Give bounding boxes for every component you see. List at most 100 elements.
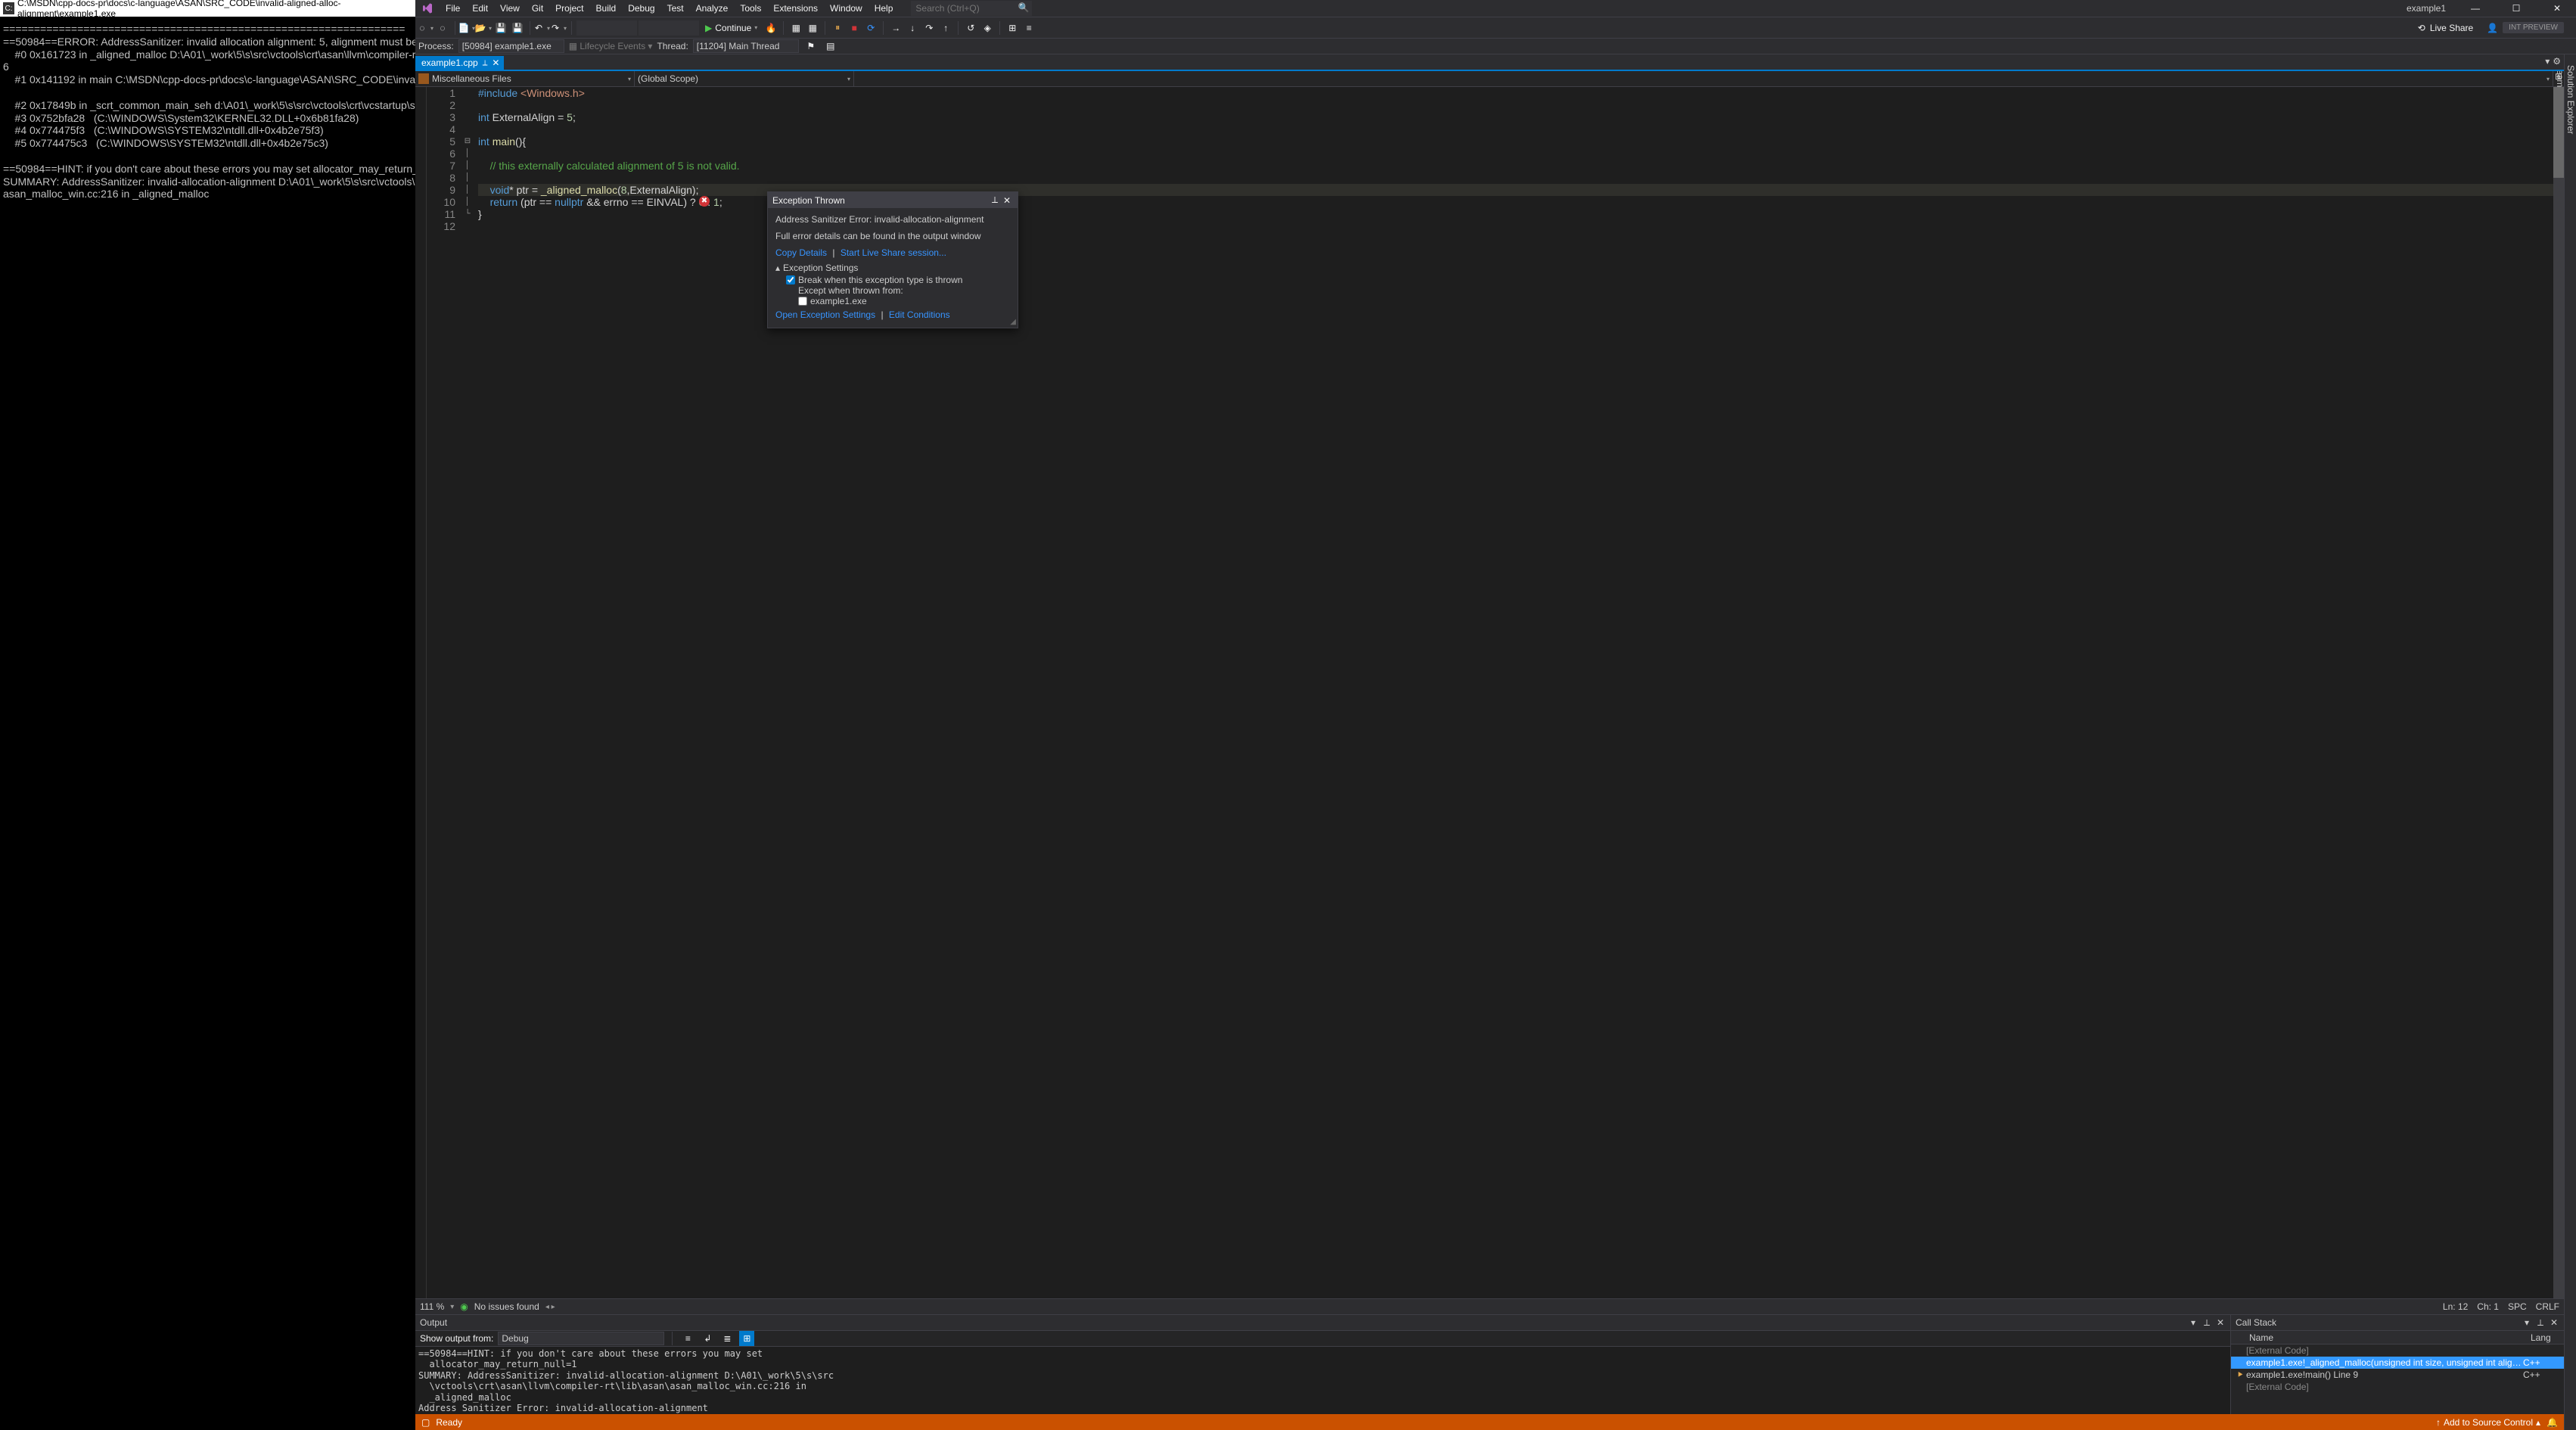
step-layout-icon[interactable]: ▦ [788, 20, 803, 36]
tab-close-icon[interactable]: ✕ [492, 58, 499, 68]
process-combo[interactable]: [50984] example1.exe [458, 39, 564, 53]
callstack-dropdown-icon[interactable]: ▾ [2522, 1317, 2532, 1328]
step-out-button[interactable]: ↑ [938, 20, 953, 36]
save-all-button[interactable]: 💾 [510, 20, 525, 36]
hot-reload-icon[interactable]: 🔥 [763, 20, 778, 36]
flag-icon[interactable]: ⚑ [803, 39, 819, 54]
line-indicator[interactable]: Ln: 12 [2443, 1301, 2468, 1312]
callstack-body[interactable]: [External Code] example1.exe!_aligned_ma… [2231, 1345, 2564, 1414]
menu-build[interactable]: Build [590, 2, 623, 15]
output-clear-icon[interactable]: ≡ [680, 1331, 695, 1346]
feedback-icon[interactable]: 👤 [2487, 23, 2498, 33]
break-all-button[interactable]: ⏸ [830, 20, 845, 36]
restart-button[interactable]: ⟳ [863, 20, 878, 36]
console-titlebar[interactable]: C: C:\MSDN\cpp-docs-pr\docs\c-language\A… [0, 0, 415, 17]
exception-titlebar[interactable]: Exception Thrown ⟂ ✕ [768, 192, 1018, 208]
save-button[interactable]: 💾 [493, 20, 508, 36]
continue-button[interactable]: ▶ Continue ▾ [701, 23, 762, 33]
tab-example1-cpp[interactable]: example1.cpp ⟂ ✕ [415, 56, 504, 70]
lifecycle-events[interactable]: ▦ Lifecycle Events ▾ [569, 41, 653, 51]
callstack-col-name[interactable]: Name [2231, 1331, 2526, 1344]
exception-pin-icon[interactable]: ⟂ [989, 194, 1001, 206]
menu-edit[interactable]: Edit [466, 2, 494, 15]
output-pin-icon[interactable]: ⟂ [2202, 1317, 2212, 1329]
step-into-button[interactable]: ↓ [905, 20, 920, 36]
nav-scope-combo[interactable]: (Global Scope) [635, 71, 854, 86]
issues-label[interactable]: No issues found [474, 1301, 539, 1312]
indent-mode[interactable]: SPC [2508, 1301, 2527, 1312]
callstack-row[interactable]: ⯈ example1.exe!main() Line 9 C++ [2231, 1369, 2564, 1381]
menu-tools[interactable]: Tools [734, 2, 767, 15]
redo-button[interactable]: ↷ [552, 20, 567, 36]
show-next-stmt-button[interactable]: → [888, 20, 903, 36]
exception-close-icon[interactable]: ✕ [1001, 195, 1013, 206]
edit-conditions-link[interactable]: Edit Conditions [889, 309, 950, 320]
status-box-icon[interactable]: ▢ [421, 1417, 430, 1428]
callstack-row[interactable]: [External Code] [2231, 1345, 2564, 1357]
output-close-icon[interactable]: ✕ [2215, 1317, 2226, 1328]
step-layout2-icon[interactable]: ▦ [805, 20, 820, 36]
menu-project[interactable]: Project [549, 2, 589, 15]
solution-explorer-tab[interactable]: Solution Explorer [2565, 61, 2576, 1430]
output-dropdown-icon[interactable]: ▾ [2188, 1317, 2198, 1328]
menu-file[interactable]: File [440, 2, 466, 15]
undo-button[interactable]: ↶ [535, 20, 550, 36]
output-settings-icon[interactable]: ⊞ [739, 1331, 754, 1346]
nav-back-button[interactable]: ◌ [418, 20, 433, 36]
search-input[interactable] [915, 3, 1027, 14]
scrollbar-thumb[interactable] [2553, 87, 2564, 178]
callstack-row[interactable]: [External Code] [2231, 1381, 2564, 1393]
open-button[interactable]: 📂 [477, 20, 492, 36]
break-when-thrown-checkbox[interactable]: Break when this exception type is thrown [786, 275, 1010, 285]
nav-member-combo[interactable] [854, 71, 2553, 86]
code-editor[interactable]: 1234 5678 9➤ 101112 ⊟│││ ││└ #include <W… [415, 87, 2564, 1298]
step-over-button[interactable]: ↷ [921, 20, 937, 36]
glyph-margin[interactable] [415, 87, 427, 1298]
zoom-level[interactable]: 111 % [420, 1301, 444, 1312]
nav-fwd-button[interactable]: ◌ [435, 20, 450, 36]
thread-combo[interactable]: [11204] Main Thread [693, 39, 799, 53]
pin-icon[interactable]: ⟂ [483, 59, 488, 67]
nav-project-combo[interactable]: Miscellaneous Files [415, 71, 635, 86]
output-source-combo[interactable]: Debug [498, 1332, 664, 1345]
search-box[interactable]: 🔍 [911, 1, 1032, 16]
menu-help[interactable]: Help [869, 2, 900, 15]
exception-settings-expander[interactable]: ▴ Exception Settings [775, 263, 1010, 273]
platform-combo[interactable] [639, 20, 699, 36]
snapshot-button[interactable]: ◈ [980, 20, 995, 36]
add-source-control[interactable]: ↑ Add to Source Control ▴ [2436, 1417, 2540, 1428]
minimize-button[interactable]: — [2458, 0, 2493, 17]
insights-button[interactable]: ⊞ [1005, 20, 1020, 36]
output-indent-icon[interactable]: ≣ [719, 1331, 735, 1346]
maximize-button[interactable]: ☐ [2499, 0, 2534, 17]
tab-dropdown-icon[interactable]: ▾ [2545, 56, 2550, 67]
stop-button[interactable]: ■ [847, 20, 862, 36]
menu-test[interactable]: Test [661, 2, 690, 15]
config-combo[interactable] [576, 20, 637, 36]
copy-details-link[interactable]: Copy Details [775, 247, 827, 258]
callstack-pin-icon[interactable]: ⟂ [2535, 1317, 2546, 1329]
menu-git[interactable]: Git [526, 2, 549, 15]
tab-options-icon[interactable]: ⚙ [2553, 56, 2561, 67]
char-indicator[interactable]: Ch: 1 [2477, 1301, 2499, 1312]
start-liveshare-link[interactable]: Start Live Share session... [841, 247, 946, 258]
menu-debug[interactable]: Debug [622, 2, 660, 15]
resize-grip-icon[interactable]: ◢ [1010, 318, 1016, 326]
new-item-button[interactable]: 📄 [460, 20, 475, 36]
code-body[interactable]: #include <Windows.h> int ExternalAlign =… [472, 87, 2553, 1298]
except-module-checkbox[interactable]: example1.exe [786, 296, 1010, 306]
output-wrap-icon[interactable]: ↲ [700, 1331, 715, 1346]
live-share-label[interactable]: Live Share [2430, 23, 2473, 33]
stack-frame-icon[interactable]: ▤ [823, 39, 838, 54]
open-exception-settings-link[interactable]: Open Exception Settings [775, 309, 875, 320]
diag-button[interactable]: ≡ [1021, 20, 1036, 36]
menu-view[interactable]: View [494, 2, 526, 15]
menu-extensions[interactable]: Extensions [767, 2, 824, 15]
callstack-row[interactable]: example1.exe!_aligned_malloc(unsigned in… [2231, 1357, 2564, 1369]
outlining-column[interactable]: ⊟│││ ││└ [463, 87, 472, 1298]
close-button[interactable]: ✕ [2540, 0, 2574, 17]
historical-button[interactable]: ↺ [963, 20, 978, 36]
output-body[interactable]: ==50984==HINT: if you don't care about t… [415, 1347, 2230, 1414]
menu-window[interactable]: Window [824, 2, 869, 15]
editor-scrollbar[interactable] [2553, 87, 2564, 1298]
